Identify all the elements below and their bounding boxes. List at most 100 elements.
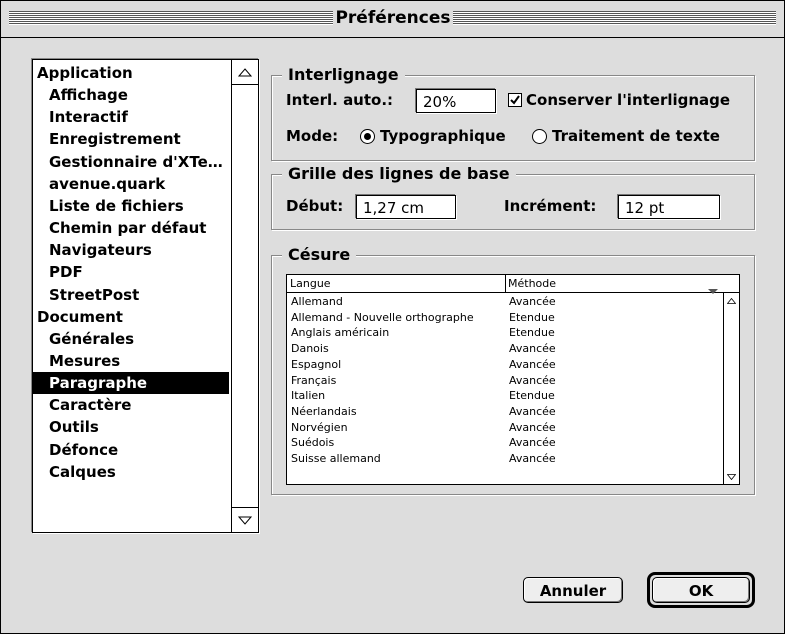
table-row[interactable]: Espagnol Avancée bbox=[287, 357, 723, 373]
table-row[interactable]: Suisse allemand Avancée bbox=[287, 451, 723, 467]
dialog-content: Application Affichage Interactif Enregistre… bbox=[1, 38, 784, 633]
mode-wordprocessing-label[interactable]: Traitement de texte bbox=[552, 125, 720, 147]
column-header-language[interactable]: Langue bbox=[290, 275, 331, 292]
category-item-label: Enregistrement bbox=[49, 130, 181, 149]
column-header-method[interactable]: Méthode bbox=[508, 275, 556, 292]
category-item[interactable]: Document bbox=[33, 306, 229, 328]
mode-wordprocessing-radio[interactable] bbox=[532, 129, 547, 144]
table-scroll-down-icon[interactable] bbox=[724, 469, 739, 484]
category-item[interactable]: avenue.quark bbox=[33, 173, 229, 195]
table-body: Allemand Avancée Allemand - Nouvelle ortho… bbox=[287, 293, 723, 483]
language-cell: Néerlandais bbox=[291, 404, 357, 418]
table-row[interactable]: Néerlandais Avancée bbox=[287, 404, 723, 420]
baseline-grid-group: Grille des lignes de base Début: 1,27 cm… bbox=[271, 163, 755, 230]
category-item-label: avenue.quark bbox=[49, 174, 166, 193]
auto-leading-field[interactable]: 20% bbox=[416, 89, 496, 113]
method-cell: Avancée bbox=[509, 404, 556, 418]
table-row[interactable]: Norvégien Avancée bbox=[287, 420, 723, 436]
category-item[interactable]: Gestionnaire d'XTe… bbox=[33, 151, 229, 173]
method-cell: Avancée bbox=[509, 436, 556, 450]
baseline-increment-label: Incrément: bbox=[504, 197, 597, 215]
title-stripes-right bbox=[453, 11, 776, 25]
method-cell: Etendue bbox=[509, 389, 555, 403]
method-cell: Avancée bbox=[509, 295, 556, 308]
category-item-label: StreetPost bbox=[49, 285, 140, 304]
category-item-label: Liste de fichiers bbox=[49, 196, 184, 215]
category-item-label: Interactif bbox=[49, 108, 128, 127]
category-item-label: Chemin par défaut bbox=[49, 219, 207, 238]
method-cell: Avancée bbox=[509, 342, 556, 356]
category-item-label: Application bbox=[37, 64, 133, 82]
preferences-window: Préférences Application Affichage Interact… bbox=[0, 0, 785, 634]
category-item[interactable]: Interactif bbox=[33, 106, 229, 128]
category-item-label: Outils bbox=[49, 418, 99, 437]
hyphenation-group: Césure Langue Méthode Allemand Avancée All… bbox=[271, 244, 755, 495]
language-cell: Danois bbox=[291, 342, 329, 356]
language-cell: Allemand - Nouvelle orthographe bbox=[291, 310, 474, 324]
category-item[interactable]: Navigateurs bbox=[33, 239, 229, 261]
category-item[interactable]: Enregistrement bbox=[33, 128, 229, 150]
column-divider bbox=[505, 275, 506, 292]
table-row[interactable]: Français Avancée bbox=[287, 373, 723, 389]
table-scroll-up-icon[interactable] bbox=[724, 293, 739, 308]
category-item[interactable]: Caractère bbox=[33, 394, 229, 416]
baseline-start-label: Début: bbox=[286, 197, 344, 215]
ok-button[interactable]: OK bbox=[652, 577, 750, 603]
category-item[interactable]: Application bbox=[33, 62, 229, 84]
baseline-grid-group-title: Grille des lignes de base bbox=[282, 163, 516, 185]
category-item-label: Affichage bbox=[49, 86, 128, 105]
category-item[interactable]: Chemin par défaut bbox=[33, 217, 229, 239]
category-item[interactable]: Générales bbox=[33, 328, 229, 350]
category-items: Application Affichage Interactif Enregistre… bbox=[33, 60, 229, 532]
category-item[interactable]: Outils bbox=[33, 416, 229, 438]
mode-label: Mode: bbox=[286, 127, 339, 145]
category-item[interactable]: Paragraphe bbox=[33, 372, 229, 395]
mode-typographic-label[interactable]: Typographique bbox=[380, 125, 506, 147]
language-cell: Suédois bbox=[291, 436, 335, 450]
category-item-label: Navigateurs bbox=[49, 241, 152, 260]
title-bar[interactable]: Préférences bbox=[1, 1, 784, 38]
auto-leading-label: Interl. auto.: bbox=[286, 91, 394, 109]
method-cell: Etendue bbox=[509, 326, 555, 340]
language-cell: Allemand bbox=[291, 295, 343, 308]
method-cell: Avancée bbox=[509, 452, 556, 465]
category-item-label: Gestionnaire d'XTe… bbox=[49, 152, 223, 171]
language-cell: Espagnol bbox=[291, 357, 342, 371]
baseline-start-field[interactable]: 1,27 cm bbox=[356, 195, 456, 219]
language-cell: Suisse allemand bbox=[291, 452, 381, 465]
table-row[interactable]: Allemand - Nouvelle orthographe Etendue bbox=[287, 310, 723, 326]
cancel-button[interactable]: Annuler bbox=[523, 577, 623, 603]
category-item[interactable]: Liste de fichiers bbox=[33, 195, 229, 217]
category-item-label: Défonce bbox=[49, 440, 119, 459]
title-stripes-left bbox=[9, 11, 333, 25]
maintain-leading-checkbox[interactable] bbox=[508, 93, 522, 107]
category-item[interactable]: Mesures bbox=[33, 350, 229, 372]
hyphenation-group-title: Césure bbox=[282, 244, 357, 266]
category-scrollbar[interactable] bbox=[231, 60, 258, 532]
table-row[interactable]: Suédois Avancée bbox=[287, 435, 723, 451]
category-item[interactable]: PDF bbox=[33, 261, 229, 283]
window-title: Préférences bbox=[334, 6, 452, 30]
category-item[interactable]: Défonce bbox=[33, 439, 229, 461]
language-cell: Anglais américain bbox=[291, 326, 390, 340]
baseline-increment-field[interactable]: 12 pt bbox=[618, 195, 720, 219]
category-item[interactable]: StreetPost bbox=[33, 284, 229, 306]
category-item-label: Document bbox=[37, 307, 123, 326]
category-item-label: Calques bbox=[49, 462, 116, 481]
category-item-label: Générales bbox=[49, 329, 135, 348]
table-scrollbar[interactable] bbox=[723, 293, 739, 484]
table-row[interactable]: Anglais américain Etendue bbox=[287, 325, 723, 341]
table-row[interactable]: Danois Avancée bbox=[287, 341, 723, 357]
scroll-down-arrow-icon[interactable] bbox=[232, 507, 258, 532]
table-row[interactable]: Italien Etendue bbox=[287, 388, 723, 404]
table-header: Langue Méthode bbox=[287, 275, 739, 294]
category-item-label: Mesures bbox=[49, 351, 121, 370]
category-item[interactable]: Affichage bbox=[33, 84, 229, 106]
category-item[interactable]: Calques bbox=[33, 461, 229, 483]
maintain-leading-label[interactable]: Conserver l'interlignage bbox=[526, 89, 730, 111]
language-cell: Italien bbox=[291, 389, 326, 403]
category-item-label: Caractère bbox=[49, 396, 132, 415]
scroll-up-arrow-icon[interactable] bbox=[232, 60, 258, 85]
table-row[interactable]: Allemand Avancée bbox=[287, 294, 723, 310]
mode-typographic-radio[interactable] bbox=[360, 129, 375, 144]
